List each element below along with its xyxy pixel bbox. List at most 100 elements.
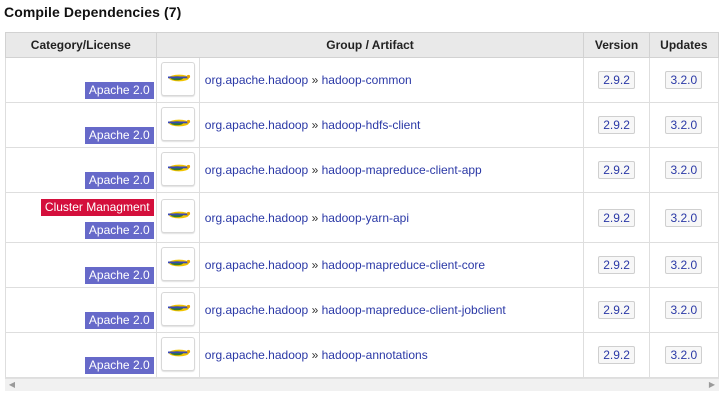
table-row: Cluster Managment Apache 2.0 org.apache.ha… — [5, 192, 720, 243]
version-cell: 2.9.2 — [583, 147, 650, 193]
section-title: Compile Dependencies (7) — [4, 4, 182, 20]
separator: » — [311, 348, 319, 362]
update-link[interactable]: 3.2.0 — [665, 301, 703, 319]
license-badge[interactable]: Apache 2.0 — [84, 171, 154, 189]
logo-cell — [155, 192, 200, 243]
dependencies-table: Category/License Group / Artifact Versio… — [5, 32, 720, 378]
artifact-cell: org.apache.hadoop » hadoop-mapreduce-cli… — [198, 147, 585, 193]
hadoop-logo-icon[interactable] — [160, 199, 195, 233]
table-row: Apache 2.0 org.apache.hadoop » hadoop-map… — [5, 287, 720, 333]
horizontal-scrollbar[interactable]: ◀ ▶ — [5, 378, 719, 391]
category-cell: Apache 2.0 — [5, 287, 157, 333]
version-cell: 2.9.2 — [583, 242, 650, 288]
category-cell: Apache 2.0 — [5, 242, 157, 288]
separator: » — [311, 303, 319, 317]
group-link[interactable]: org.apache.hadoop — [205, 258, 308, 272]
separator: » — [311, 118, 319, 132]
separator: » — [311, 163, 319, 177]
license-badge[interactable]: Apache 2.0 — [84, 221, 154, 239]
artifact-cell: org.apache.hadoop » hadoop-mapreduce-cli… — [198, 242, 585, 288]
version-link[interactable]: 2.9.2 — [598, 256, 635, 274]
category-badge[interactable]: Cluster Managment — [40, 198, 154, 216]
version-cell: 2.9.2 — [583, 57, 650, 103]
update-cell: 3.2.0 — [648, 332, 720, 378]
artifact-cell: org.apache.hadoop » hadoop-common — [198, 57, 585, 103]
license-badge[interactable]: Apache 2.0 — [84, 126, 154, 144]
artifact-cell: org.apache.hadoop » hadoop-annotations — [198, 332, 585, 378]
artifact-link[interactable]: hadoop-common — [322, 73, 412, 87]
artifact-link[interactable]: hadoop-mapreduce-client-app — [322, 163, 482, 177]
update-link[interactable]: 3.2.0 — [665, 208, 703, 227]
hadoop-logo-icon[interactable] — [160, 61, 195, 96]
logo-cell — [155, 242, 200, 288]
artifact-link[interactable]: hadoop-mapreduce-client-jobclient — [322, 303, 506, 317]
update-link[interactable]: 3.2.0 — [665, 71, 703, 89]
artifact-cell: org.apache.hadoop » hadoop-yarn-api — [198, 192, 585, 243]
update-link[interactable]: 3.2.0 — [665, 346, 703, 364]
update-cell: 3.2.0 — [648, 102, 720, 148]
update-link[interactable]: 3.2.0 — [665, 256, 703, 274]
license-badge[interactable]: Apache 2.0 — [84, 356, 154, 374]
update-cell: 3.2.0 — [648, 57, 720, 103]
artifact-link[interactable]: hadoop-yarn-api — [322, 211, 409, 225]
logo-cell — [155, 287, 200, 333]
artifact-link[interactable]: hadoop-annotations — [322, 348, 428, 362]
group-link[interactable]: org.apache.hadoop — [205, 303, 308, 317]
arrow-left-icon[interactable]: ◀ — [7, 380, 17, 390]
separator: » — [311, 210, 319, 225]
version-cell: 2.9.2 — [583, 102, 650, 148]
update-link[interactable]: 3.2.0 — [665, 161, 703, 179]
header-category: Category/License — [5, 32, 157, 58]
version-link[interactable]: 2.9.2 — [598, 161, 635, 179]
version-cell: 2.9.2 — [583, 192, 650, 243]
hadoop-logo-icon[interactable] — [160, 246, 195, 281]
logo-cell — [155, 57, 200, 103]
header-artifact: Group / Artifact — [155, 32, 585, 58]
table-row: Apache 2.0 org.apache.hadoop » hadoop-map… — [5, 242, 720, 288]
hadoop-logo-icon[interactable] — [160, 151, 195, 186]
group-link[interactable]: org.apache.hadoop — [205, 348, 308, 362]
update-cell: 3.2.0 — [648, 147, 720, 193]
artifact-cell: org.apache.hadoop » hadoop-mapreduce-cli… — [198, 287, 585, 333]
version-cell: 2.9.2 — [583, 332, 650, 378]
version-link[interactable]: 2.9.2 — [598, 346, 635, 364]
version-link[interactable]: 2.9.2 — [598, 71, 635, 89]
table-row: Apache 2.0 org.apache.hadoop » hadoop-com… — [5, 57, 720, 103]
header-version: Version — [583, 32, 650, 58]
group-link[interactable]: org.apache.hadoop — [205, 118, 308, 132]
artifact-link[interactable]: hadoop-hdfs-client — [322, 118, 421, 132]
category-cell: Apache 2.0 — [5, 57, 157, 103]
license-badge[interactable]: Apache 2.0 — [84, 266, 154, 284]
hadoop-logo-icon[interactable] — [160, 106, 195, 141]
table-header-row: Category/License Group / Artifact Versio… — [5, 32, 720, 58]
artifact-cell: org.apache.hadoop » hadoop-hdfs-client — [198, 102, 585, 148]
version-cell: 2.9.2 — [583, 287, 650, 333]
group-link[interactable]: org.apache.hadoop — [205, 73, 308, 87]
group-link[interactable]: org.apache.hadoop — [205, 163, 308, 177]
update-cell: 3.2.0 — [648, 242, 720, 288]
separator: » — [311, 73, 319, 87]
hadoop-logo-icon[interactable] — [160, 336, 195, 371]
category-cell: Apache 2.0 — [5, 147, 157, 193]
header-updates: Updates — [648, 32, 720, 58]
category-cell: Apache 2.0 — [5, 102, 157, 148]
separator: » — [311, 258, 319, 272]
group-link[interactable]: org.apache.hadoop — [205, 211, 308, 225]
license-badge[interactable]: Apache 2.0 — [84, 311, 154, 329]
category-cell: Cluster Managment Apache 2.0 — [5, 192, 157, 243]
category-cell: Apache 2.0 — [5, 332, 157, 378]
license-badge[interactable]: Apache 2.0 — [84, 81, 154, 99]
arrow-right-icon[interactable]: ▶ — [707, 380, 717, 390]
table-row: Apache 2.0 org.apache.hadoop » hadoop-map… — [5, 147, 720, 193]
table-row: Apache 2.0 org.apache.hadoop » hadoop-ann… — [5, 332, 720, 378]
version-link[interactable]: 2.9.2 — [598, 208, 635, 227]
version-link[interactable]: 2.9.2 — [598, 116, 635, 134]
update-cell: 3.2.0 — [648, 287, 720, 333]
hadoop-logo-icon[interactable] — [160, 291, 195, 326]
version-link[interactable]: 2.9.2 — [598, 301, 635, 319]
table-row: Apache 2.0 org.apache.hadoop » hadoop-hdf… — [5, 102, 720, 148]
logo-cell — [155, 102, 200, 148]
update-link[interactable]: 3.2.0 — [665, 116, 703, 134]
artifact-link[interactable]: hadoop-mapreduce-client-core — [322, 258, 485, 272]
logo-cell — [155, 332, 200, 378]
